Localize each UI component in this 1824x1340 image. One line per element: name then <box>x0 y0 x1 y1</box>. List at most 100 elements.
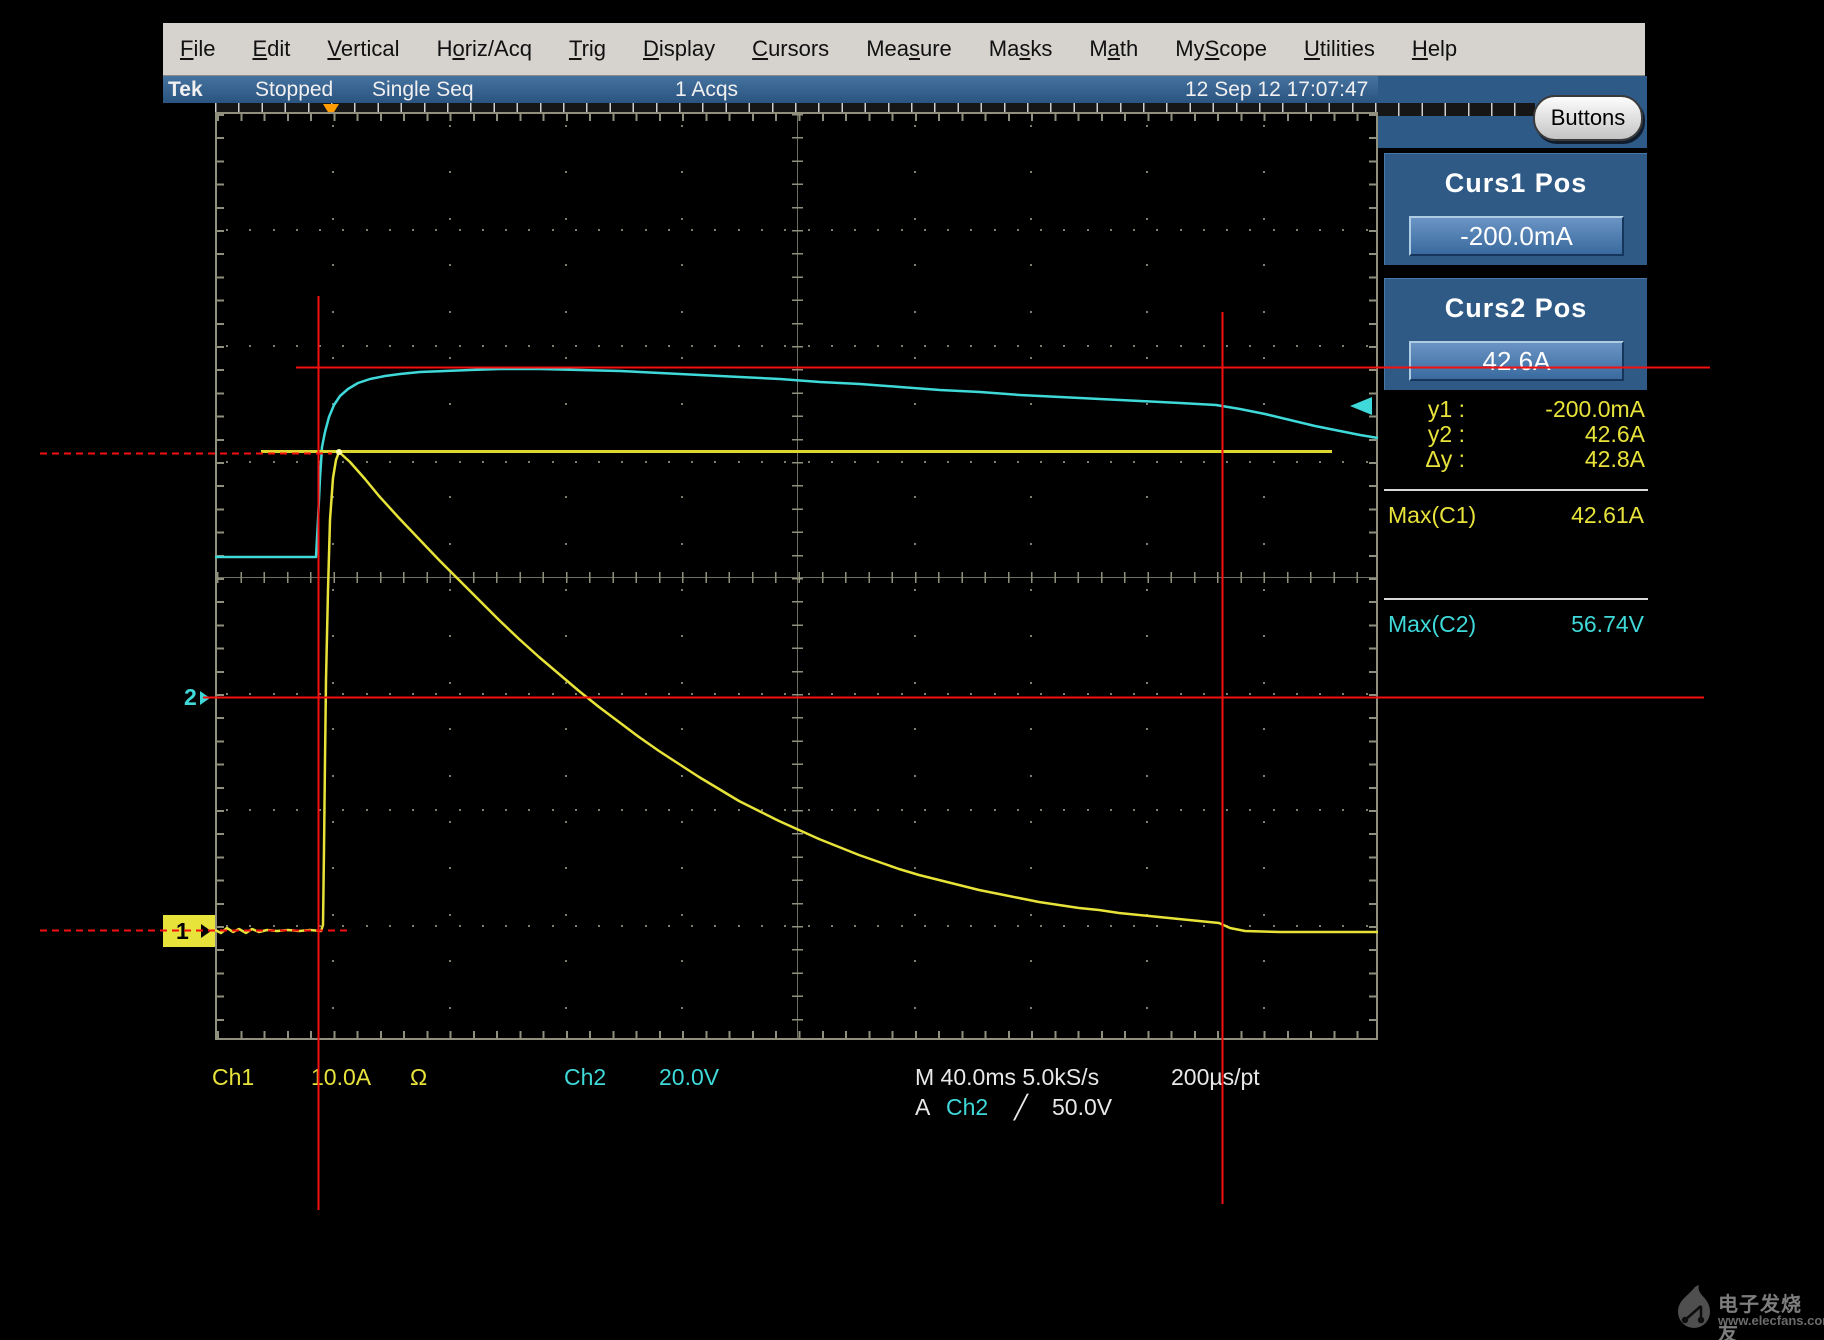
grid-dot <box>389 925 391 927</box>
curs2-pos-value[interactable]: 42.6A <box>1409 341 1624 381</box>
grid-dot <box>366 461 368 463</box>
grid-dot <box>598 345 600 347</box>
grid-dot <box>482 809 484 811</box>
menu-item-horizacq[interactable]: Horiz/Acq <box>437 36 532 62</box>
grid-dot <box>1146 403 1148 405</box>
menu-item-help[interactable]: Help <box>1412 36 1457 62</box>
grid-dot <box>1273 345 1275 347</box>
trigger-slope-icon: ╱ <box>1014 1094 1028 1121</box>
grid-dot <box>645 925 647 927</box>
menu-item-trig[interactable]: Trig <box>569 36 606 62</box>
menu-bar: File Edit Vertical Horiz/Acq Trig Display Curs… <box>163 23 1645 76</box>
grid-dot <box>332 821 334 823</box>
menu-item-masks[interactable]: Masks <box>989 36 1053 62</box>
grid-dot <box>1263 821 1265 823</box>
ch2-readout-label[interactable]: Ch2 <box>564 1064 606 1091</box>
grid-dot <box>681 821 683 823</box>
grid-dot <box>459 693 461 695</box>
grid-dot <box>681 960 683 962</box>
menu-item-measure[interactable]: Measure <box>866 36 952 62</box>
grid-dot <box>914 914 916 916</box>
grid-dot <box>366 345 368 347</box>
grid-dot <box>994 693 996 695</box>
grid-dot <box>1030 635 1032 637</box>
grid-dot <box>1146 357 1148 359</box>
dy-label: Δy : <box>1395 446 1465 471</box>
horizontal-readout: M 40.0ms 5.0kS/s <box>915 1064 1099 1091</box>
grid-dot <box>970 345 972 347</box>
grid-dot <box>808 345 810 347</box>
menu-item-cursors[interactable]: Cursors <box>752 36 829 62</box>
grid-dot <box>528 693 530 695</box>
grid-dot <box>621 693 623 695</box>
grid-dot <box>1146 264 1148 266</box>
grid-dot <box>877 345 879 347</box>
grid-dot <box>1087 461 1089 463</box>
grid-dot <box>1366 229 1368 231</box>
acquisition-state: Stopped <box>255 78 333 102</box>
grid-dot <box>1249 693 1251 695</box>
grid-dot <box>1063 229 1065 231</box>
grid-dot <box>1087 345 1089 347</box>
grid-dot <box>482 693 484 695</box>
curs1-pos-value[interactable]: -200.0mA <box>1409 216 1624 256</box>
grid-dot <box>970 925 972 927</box>
grid-dot <box>681 728 683 730</box>
grid-dot <box>1296 345 1298 347</box>
grid-dot <box>449 357 451 359</box>
ch2-marker-label: 2 <box>184 684 197 710</box>
menu-item-vertical[interactable]: Vertical <box>327 36 399 62</box>
grid-dot <box>552 693 554 695</box>
grid-dot <box>1319 229 1321 231</box>
grid-dot <box>459 461 461 463</box>
menu-item-myscope[interactable]: MyScope <box>1175 36 1267 62</box>
grid-dot <box>332 1007 334 1009</box>
grid-dot <box>249 229 251 231</box>
grid-dot <box>332 960 334 962</box>
ch2-ground-marker[interactable]: 2 <box>184 684 210 711</box>
grid-dot <box>1263 775 1265 777</box>
grid-dot <box>249 925 251 927</box>
grid-dot <box>1146 589 1148 591</box>
grid-dot <box>1263 218 1265 220</box>
grid-dot <box>575 925 577 927</box>
grid-dot <box>1273 925 1275 927</box>
grid-dot <box>449 914 451 916</box>
menu-item-math[interactable]: Math <box>1089 36 1138 62</box>
grid-dot <box>1263 543 1265 545</box>
grid-dot <box>1146 867 1148 869</box>
grid-dot <box>552 461 554 463</box>
grid-dot <box>914 821 916 823</box>
graticule <box>215 112 1378 1040</box>
grid-dot <box>319 461 321 463</box>
menu-item-edit[interactable]: Edit <box>252 36 290 62</box>
grid-dot <box>681 357 683 359</box>
menu-item-file[interactable]: File <box>180 36 215 62</box>
cursor-y2-row: y2 : 42.6A <box>1395 421 1645 446</box>
grid-dot <box>1146 775 1148 777</box>
curs1-pos-panel: Curs1 Pos -200.0mA <box>1384 153 1647 265</box>
grid-dot <box>947 345 949 347</box>
grid-dot <box>332 311 334 313</box>
ch1-readout-label[interactable]: Ch1 <box>212 1064 254 1091</box>
grid-dot <box>319 925 321 927</box>
grid-dot <box>226 925 228 927</box>
grid-dot <box>1133 229 1135 231</box>
grid-dot <box>449 125 451 127</box>
grid-dot <box>914 218 916 220</box>
grid-dot <box>449 543 451 545</box>
trigger-level-arrow-icon[interactable] <box>1350 397 1372 415</box>
grid-dot <box>784 693 786 695</box>
menu-item-utilities[interactable]: Utilities <box>1304 36 1375 62</box>
buttons-button[interactable]: Buttons <box>1533 95 1643 141</box>
grid-dot <box>668 693 670 695</box>
grid-dot <box>449 821 451 823</box>
ch1-ground-marker[interactable]: 1 <box>163 915 215 947</box>
grid-dot <box>1030 218 1032 220</box>
grid-dot <box>1017 925 1019 927</box>
grid-dot <box>332 682 334 684</box>
grid-dot <box>914 960 916 962</box>
grid-dot <box>296 693 298 695</box>
grid-dot <box>1226 925 1228 927</box>
menu-item-display[interactable]: Display <box>643 36 715 62</box>
